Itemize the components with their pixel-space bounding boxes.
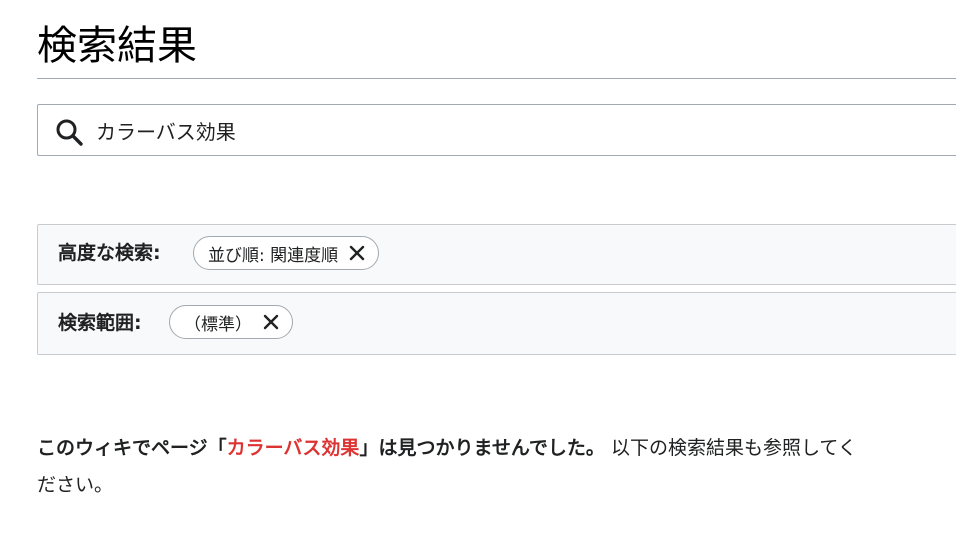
search-scope-label: 検索範囲: bbox=[58, 312, 142, 334]
advanced-search-sort-bar: 高度な検索: 並び順: 関連度順 bbox=[37, 224, 956, 285]
search-scope-bar: 検索範囲: （標準） bbox=[37, 292, 956, 355]
no-results-message: このウィキでページ「カラーバス効果」は見つかりませんでした。 以下の検索結果も参… bbox=[37, 430, 857, 504]
close-icon[interactable] bbox=[262, 313, 280, 331]
title-divider bbox=[37, 78, 956, 79]
create-page-redlink[interactable]: カラーバス効果 bbox=[227, 437, 360, 459]
advanced-search-label: 高度な検索: bbox=[58, 242, 161, 264]
sort-order-chip[interactable]: 並び順: 関連度順 bbox=[193, 236, 380, 270]
search-results-page: 検索結果 高度な検索: 並び順: 関連度順 検索範囲: （標準） bbox=[0, 0, 956, 543]
message-prefix: このウィキでページ「 bbox=[37, 437, 227, 459]
search-scope-chip[interactable]: （標準） bbox=[169, 305, 293, 339]
search-scope-chip-label: （標準） bbox=[184, 314, 252, 335]
search-input[interactable] bbox=[96, 105, 956, 155]
sort-order-chip-label: 並び順: 関連度順 bbox=[208, 245, 339, 266]
close-icon[interactable] bbox=[348, 244, 366, 262]
page-title: 検索結果 bbox=[37, 23, 197, 69]
message-suffix: 」は見つかりませんでした。 bbox=[359, 437, 605, 459]
search-box[interactable] bbox=[37, 104, 956, 156]
